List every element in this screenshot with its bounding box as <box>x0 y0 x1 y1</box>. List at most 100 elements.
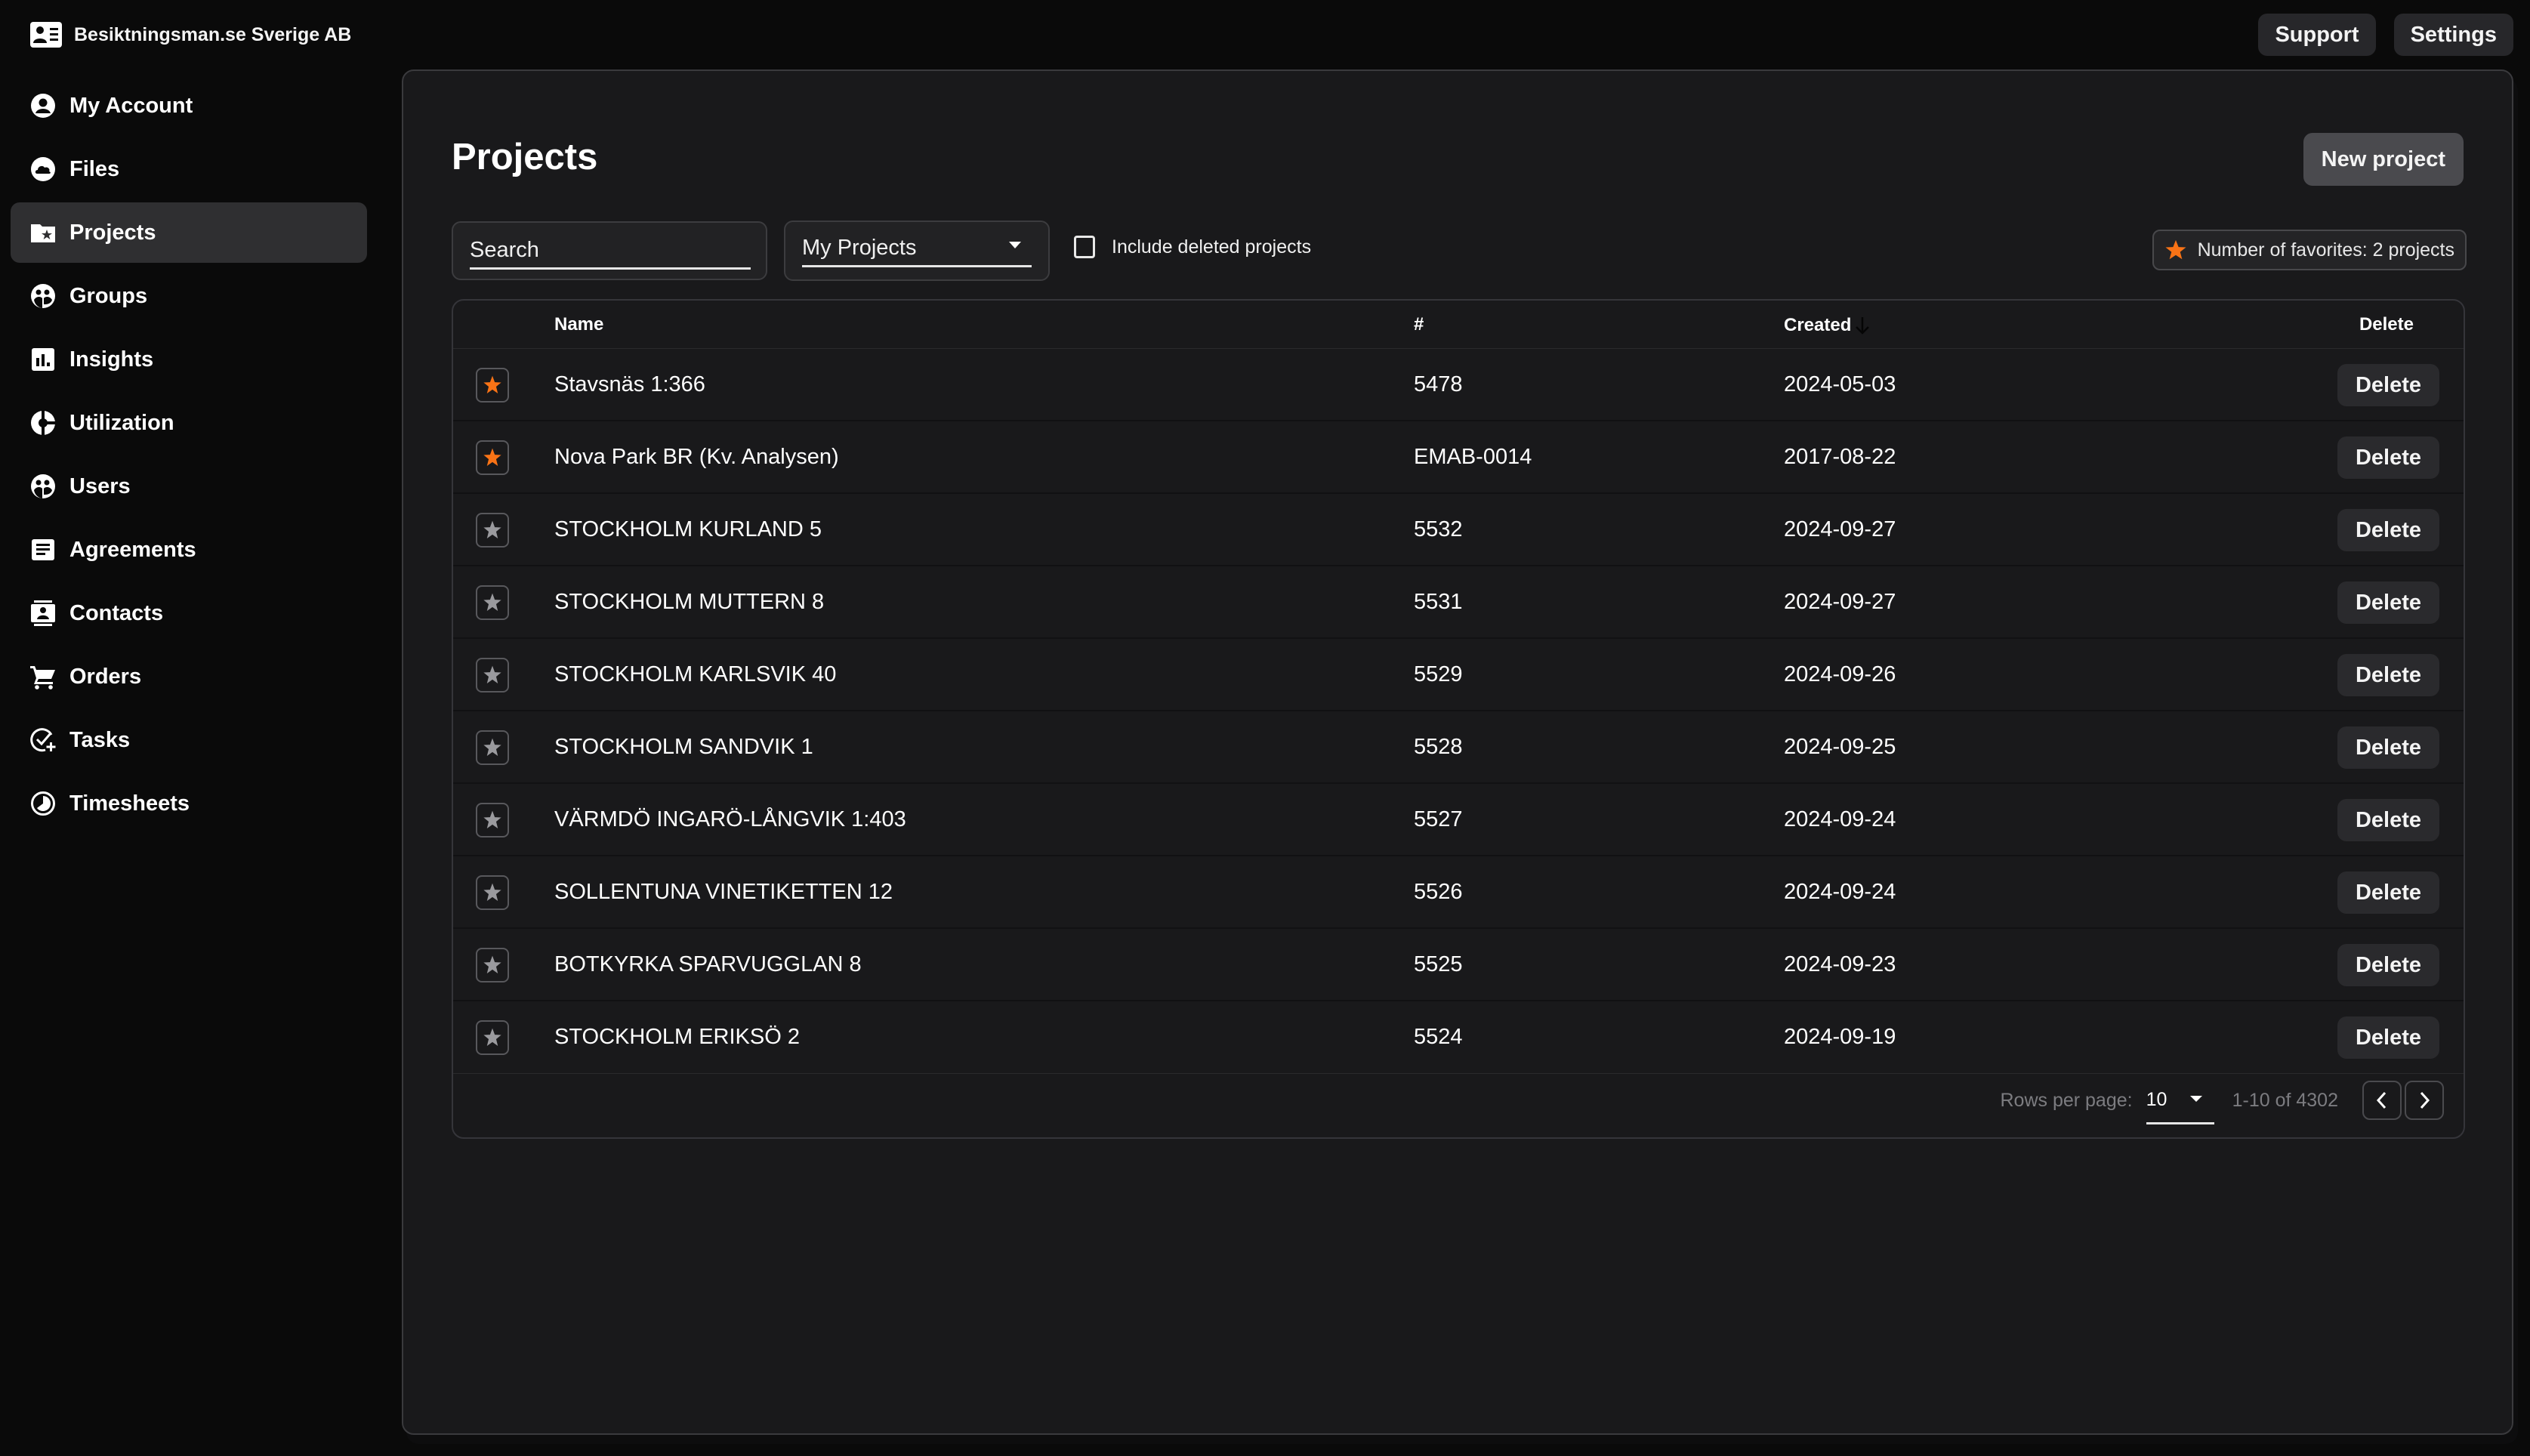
table-row[interactable]: STOCKHOLM MUTTERN 8 5531 2024-09-27 Dele… <box>453 566 2464 639</box>
table-row[interactable]: STOCKHOLM SANDVIK 1 5528 2024-09-25 Dele… <box>453 711 2464 784</box>
favorite-toggle-button[interactable] <box>476 440 509 475</box>
column-header-created-label: Created <box>1784 315 1852 335</box>
delete-project-button[interactable]: Delete <box>2337 1016 2439 1059</box>
table-row[interactable]: BOTKYRKA SPARVUGGLAN 8 5525 2024-09-23 D… <box>453 929 2464 1001</box>
star-outline-icon <box>483 1028 501 1046</box>
include-deleted-toggle[interactable]: Include deleted projects <box>1074 236 1311 258</box>
delete-project-button[interactable]: Delete <box>2337 871 2439 914</box>
project-name[interactable]: STOCKHOLM ERIKSÖ 2 <box>554 1025 800 1050</box>
sidebar-item-files[interactable]: Files <box>11 139 367 199</box>
favorite-toggle-button[interactable] <box>476 730 509 765</box>
table-row[interactable]: SOLLENTUNA VINETIKETTEN 12 5526 2024-09-… <box>453 856 2464 929</box>
favorite-toggle-button[interactable] <box>476 513 509 548</box>
table-row[interactable]: STOCKHOLM KURLAND 5 5532 2024-09-27 Dele… <box>453 494 2464 566</box>
cloud-icon <box>30 156 56 182</box>
column-header-created[interactable]: Created <box>1784 314 1872 337</box>
delete-project-button[interactable]: Delete <box>2337 654 2439 696</box>
delete-project-button[interactable]: Delete <box>2337 436 2439 479</box>
column-header-number[interactable]: # <box>1414 314 1424 335</box>
project-number: 5528 <box>1414 735 1463 759</box>
project-name[interactable]: STOCKHOLM KURLAND 5 <box>554 517 822 542</box>
caret-down-icon <box>2189 1096 2202 1102</box>
sidebar-item-label: Files <box>69 156 120 181</box>
sort-descending-icon[interactable] <box>1853 314 1872 337</box>
favorite-toggle-button[interactable] <box>476 658 509 693</box>
table-row[interactable]: STOCKHOLM KARLSVIK 40 5529 2024-09-26 De… <box>453 639 2464 711</box>
projects-table: Name # Created Delete Stavsnäs 1:366 547… <box>452 299 2465 1139</box>
organization-name: Besiktningsman.se Sverige AB <box>74 23 352 45</box>
delete-project-button[interactable]: Delete <box>2337 364 2439 406</box>
star-outline-icon <box>483 883 501 901</box>
document-icon <box>30 537 56 563</box>
star-filled-icon <box>2165 239 2186 260</box>
contacts-icon <box>30 600 56 626</box>
clock-pie-icon <box>30 791 56 816</box>
sidebar-item-my-account[interactable]: My Account <box>11 76 367 136</box>
page-title: Projects <box>452 137 598 177</box>
sidebar-item-projects[interactable]: Projects <box>11 202 367 263</box>
project-created-date: 2024-09-26 <box>1784 662 1896 686</box>
project-name[interactable]: STOCKHOLM KARLSVIK 40 <box>554 662 836 687</box>
support-button[interactable]: Support <box>2258 14 2376 56</box>
previous-page-button[interactable] <box>2362 1081 2402 1120</box>
table-row[interactable]: STOCKHOLM ERIKSÖ 2 5524 2024-09-19 Delet… <box>453 1001 2464 1074</box>
favorite-toggle-button[interactable] <box>476 803 509 838</box>
project-name[interactable]: BOTKYRKA SPARVUGGLAN 8 <box>554 952 862 977</box>
top-actions: Support Settings <box>2258 14 2513 56</box>
favorite-toggle-button[interactable] <box>476 948 509 982</box>
favorite-toggle-button[interactable] <box>476 875 509 910</box>
favorite-toggle-button[interactable] <box>476 368 509 403</box>
project-name[interactable]: Stavsnäs 1:366 <box>554 372 705 397</box>
caret-down-icon <box>1009 242 1021 248</box>
rows-per-page-label: Rows per page: <box>2000 1089 2133 1111</box>
users-icon <box>30 474 56 499</box>
table-row[interactable]: Nova Park BR (Kv. Analysen) EMAB-0014 20… <box>453 421 2464 494</box>
sidebar-item-groups[interactable]: Groups <box>11 266 367 326</box>
settings-button[interactable]: Settings <box>2393 14 2513 56</box>
rows-per-page-select[interactable]: 10 <box>2146 1079 2214 1124</box>
favorite-toggle-button[interactable] <box>476 1020 509 1055</box>
project-name[interactable]: SOLLENTUNA VINETIKETTEN 12 <box>554 880 893 905</box>
delete-project-button[interactable]: Delete <box>2337 726 2439 769</box>
project-name[interactable]: VÄRMDÖ INGARÖ-LÅNGVIK 1:403 <box>554 807 906 832</box>
delete-project-button[interactable]: Delete <box>2337 581 2439 624</box>
include-deleted-checkbox[interactable] <box>1074 236 1095 258</box>
project-number: 5529 <box>1414 662 1463 686</box>
table-row[interactable]: VÄRMDÖ INGARÖ-LÅNGVIK 1:403 5527 2024-09… <box>453 784 2464 856</box>
project-number: EMAB-0014 <box>1414 445 1532 469</box>
project-name[interactable]: STOCKHOLM MUTTERN 8 <box>554 590 824 615</box>
project-filter-select[interactable]: My Projects <box>784 221 1050 281</box>
sidebar-item-users[interactable]: Users <box>11 456 367 517</box>
delete-project-button[interactable]: Delete <box>2337 944 2439 986</box>
sidebar-item-label: Users <box>69 474 131 498</box>
next-page-button[interactable] <box>2405 1081 2444 1120</box>
pagination: Rows per page: 10 1-10 of 4302 <box>2000 1074 2444 1127</box>
project-number: 5526 <box>1414 880 1463 904</box>
delete-project-button[interactable]: Delete <box>2337 799 2439 841</box>
sidebar-item-label: Insights <box>69 347 154 372</box>
sidebar-item-label: Projects <box>69 220 156 245</box>
favorites-count-text: Number of favorites: 2 projects <box>2197 239 2454 261</box>
groups-icon <box>30 283 56 309</box>
sidebar-item-insights[interactable]: Insights <box>11 329 367 390</box>
table-row[interactable]: Stavsnäs 1:366 5478 2024-05-03 Delete <box>453 349 2464 421</box>
project-name[interactable]: STOCKHOLM SANDVIK 1 <box>554 735 813 760</box>
sidebar-item-orders[interactable]: Orders <box>11 646 367 707</box>
sidebar-item-label: Utilization <box>69 410 174 435</box>
column-header-name[interactable]: Name <box>554 314 603 335</box>
sidebar-item-tasks[interactable]: Tasks <box>11 710 367 770</box>
sidebar-item-label: My Account <box>69 93 193 118</box>
favorite-toggle-button[interactable] <box>476 585 509 620</box>
delete-project-button[interactable]: Delete <box>2337 509 2439 551</box>
new-project-button[interactable]: New project <box>2303 133 2464 186</box>
sidebar-item-agreements[interactable]: Agreements <box>11 520 367 580</box>
star-outline-icon <box>483 520 501 538</box>
sidebar-item-label: Contacts <box>69 600 164 625</box>
sidebar-item-contacts[interactable]: Contacts <box>11 583 367 643</box>
project-number: 5524 <box>1414 1025 1463 1049</box>
project-name[interactable]: Nova Park BR (Kv. Analysen) <box>554 445 839 470</box>
sidebar-item-timesheets[interactable]: Timesheets <box>11 773 367 834</box>
search-input[interactable] <box>470 233 751 270</box>
sidebar-item-utilization[interactable]: Utilization <box>11 393 367 453</box>
project-created-date: 2024-09-23 <box>1784 952 1896 976</box>
